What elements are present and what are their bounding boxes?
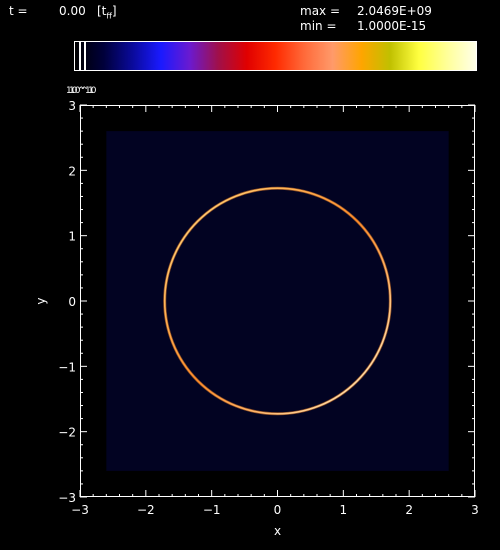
x-tick-label: 3 bbox=[471, 503, 479, 517]
heatmap-plot: −3 −2 −1 0 1 2 3 −3 −2 −1 0 1 2 3 x y bbox=[34, 99, 479, 538]
x-tick-label: −3 bbox=[71, 503, 89, 517]
x-tick-label: 2 bbox=[405, 503, 413, 517]
domain-region bbox=[106, 131, 449, 471]
y-tick-label: 0 bbox=[68, 295, 76, 309]
x-tick-label: −2 bbox=[137, 503, 155, 517]
y-axis-title: y bbox=[34, 297, 48, 304]
x-tick-label: −1 bbox=[203, 503, 221, 517]
y-tick-label: 2 bbox=[68, 164, 76, 178]
x-tick-label: 1 bbox=[340, 503, 348, 517]
y-tick-label: −3 bbox=[58, 491, 76, 505]
y-tick-label: −1 bbox=[58, 360, 76, 374]
x-tick-label: 0 bbox=[274, 503, 282, 517]
y-tick-label: 3 bbox=[68, 99, 76, 113]
x-axis-title: x bbox=[274, 524, 281, 538]
y-tick-label: −2 bbox=[58, 426, 76, 440]
y-tick-label: 1 bbox=[68, 230, 76, 244]
